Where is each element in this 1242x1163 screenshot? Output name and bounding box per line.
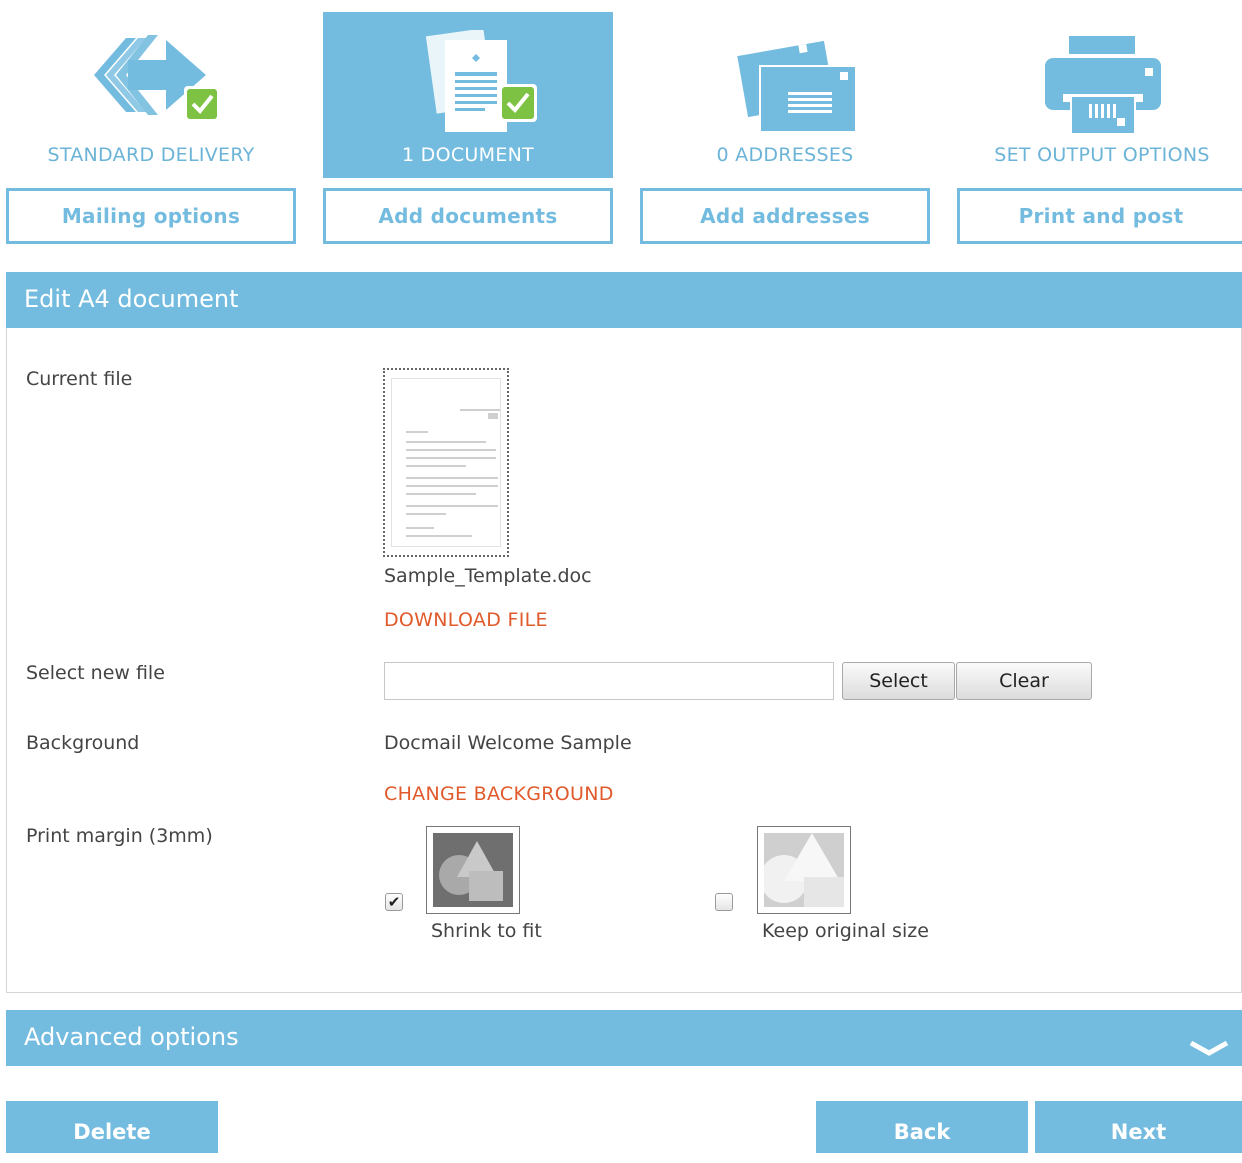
select-file-button[interactable]: Select (842, 662, 955, 700)
document-icon (323, 30, 613, 148)
shapes-icon (433, 833, 513, 907)
keep-original-size-checkbox[interactable] (715, 893, 733, 911)
edit-document-panel (6, 328, 1242, 993)
edit-document-header: Edit A4 document (6, 272, 1242, 328)
step-label: STANDARD DELIVERY (47, 144, 255, 166)
panel-title: Edit A4 document (24, 285, 239, 313)
select-new-file-label: Select new file (26, 662, 165, 684)
background-label: Background (26, 732, 140, 754)
step-output-options: SET OUTPUT OPTIONS (957, 12, 1242, 178)
clear-file-button[interactable]: Clear (956, 662, 1092, 700)
file-name: Sample_Template.doc (384, 565, 592, 587)
shrink-to-fit-checkbox[interactable]: ✔ (385, 893, 403, 911)
back-button[interactable]: Back (816, 1101, 1028, 1153)
printer-icon (957, 30, 1242, 148)
step-standard-delivery: STANDARD DELIVERY (6, 12, 296, 178)
mailing-options-button[interactable]: Mailing options (6, 188, 296, 244)
keep-original-size-label: Keep original size (762, 920, 929, 942)
document-thumbnail[interactable] (383, 368, 509, 557)
step-label: SET OUTPUT OPTIONS (994, 144, 1210, 166)
file-path-input[interactable] (384, 662, 834, 700)
advanced-options-toggle[interactable]: Advanced options (6, 1010, 1242, 1066)
chevron-down-icon (1188, 1024, 1230, 1078)
envelopes-icon (640, 30, 930, 148)
delivery-arrow-icon (6, 30, 296, 148)
background-value: Docmail Welcome Sample (384, 732, 632, 754)
shrink-to-fit-label: Shrink to fit (431, 920, 542, 942)
next-button[interactable]: Next (1035, 1101, 1242, 1153)
add-addresses-button[interactable]: Add addresses (640, 188, 930, 244)
step-documents: 1 DOCUMENT (323, 12, 613, 178)
step-label: 0 ADDRESSES (716, 144, 854, 166)
shrink-to-fit-image[interactable] (426, 826, 520, 914)
print-and-post-button[interactable]: Print and post (957, 188, 1242, 244)
change-background-link[interactable]: CHANGE BACKGROUND (384, 783, 614, 805)
step-label: 1 DOCUMENT (401, 144, 535, 166)
download-file-link[interactable]: DOWNLOAD FILE (384, 609, 548, 631)
current-file-label: Current file (26, 368, 133, 390)
keep-original-size-image[interactable] (757, 826, 851, 914)
delete-button[interactable]: Delete (6, 1101, 218, 1153)
advanced-options-title: Advanced options (24, 1023, 239, 1051)
print-margin-label: Print margin (3mm) (26, 825, 213, 847)
shapes-icon (764, 833, 844, 907)
add-documents-button[interactable]: Add documents (323, 188, 613, 244)
document-preview-page (391, 378, 501, 547)
step-addresses: 0 ADDRESSES (640, 12, 930, 178)
